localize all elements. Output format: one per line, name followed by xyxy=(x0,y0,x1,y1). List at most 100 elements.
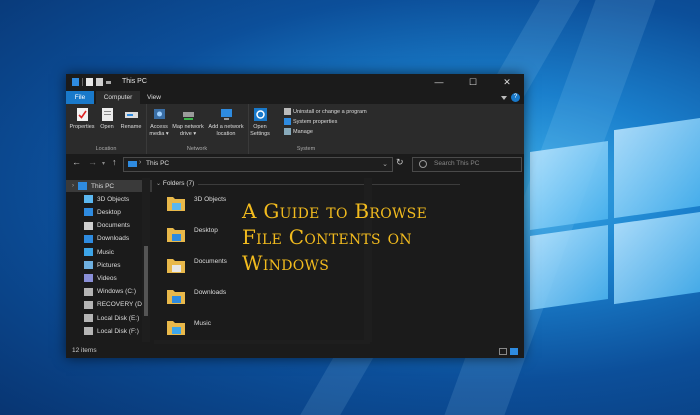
open-button[interactable]: Open xyxy=(98,107,116,131)
maximize-button[interactable]: ☐ xyxy=(456,74,490,91)
add-network-location-label: Add a network location xyxy=(208,124,244,137)
chevron-down-icon[interactable] xyxy=(501,95,507,100)
sidebar-item-label: 3D Objects xyxy=(97,195,130,203)
access-media-button[interactable]: Access media ▾ xyxy=(147,107,171,137)
details-view-icon[interactable] xyxy=(499,348,507,355)
sidebar-item[interactable]: Windows (C:) xyxy=(84,286,136,298)
navigation-scroll-thumb[interactable] xyxy=(144,246,148,316)
manage-button[interactable]: Manage xyxy=(284,128,313,135)
sidebar-item[interactable]: Videos xyxy=(84,272,117,284)
close-button[interactable]: ✕ xyxy=(490,74,524,91)
sidebar-item[interactable]: RECOVERY (D:) xyxy=(84,299,146,311)
add-network-location-button[interactable]: Add a network location xyxy=(206,107,246,137)
sidebar-item-label: Desktop xyxy=(97,208,121,216)
system-properties-button[interactable]: System properties xyxy=(284,118,337,125)
sidebar-item[interactable]: Local Disk (E:) xyxy=(84,312,139,324)
drive-icon xyxy=(84,287,93,296)
ribbon-tabs: File Computer View ? xyxy=(66,91,524,104)
map-network-drive-button[interactable]: Map network drive ▾ xyxy=(170,107,206,137)
article-overlay-title: A Guide to Browse File Contents on Windo… xyxy=(242,198,427,276)
help-icon[interactable]: ? xyxy=(511,93,520,102)
folders-group-header[interactable]: ⌄ Folders (7) xyxy=(156,180,194,187)
chevron-down-icon[interactable]: ▾ xyxy=(102,160,105,167)
ribbon: Properties Open Rename Location Access me… xyxy=(66,104,524,154)
folder-item[interactable]: Downloads xyxy=(166,287,246,311)
large-icons-view-icon[interactable] xyxy=(510,348,518,355)
sidebar-item[interactable]: Local Disk (F:) xyxy=(84,325,139,337)
folder-name: Downloads xyxy=(194,289,227,296)
sidebar-item-label: Music xyxy=(97,248,114,256)
overlay-line: A Guide to Browse xyxy=(242,199,428,223)
sidebar-item[interactable]: Music xyxy=(84,246,114,258)
chevron-down-icon[interactable]: ⌄ xyxy=(382,160,388,168)
sidebar-item[interactable]: 3D Objects xyxy=(84,193,129,205)
open-settings-button[interactable]: Open Settings xyxy=(249,107,271,137)
3d-objects-icon xyxy=(84,195,93,204)
sidebar-item-label: Pictures xyxy=(97,261,121,269)
folder-name: 3D Objects xyxy=(194,196,227,203)
sidebar-item[interactable]: › This PC xyxy=(66,180,152,192)
folder-icon xyxy=(167,321,185,335)
rename-button[interactable]: Rename xyxy=(118,107,144,131)
search-field[interactable]: Search This PC xyxy=(412,157,522,172)
new-folder-quick-icon[interactable] xyxy=(96,78,103,86)
separator xyxy=(82,78,83,86)
map-network-drive-label: Map network drive ▾ xyxy=(172,124,204,137)
open-settings-label: Open Settings xyxy=(250,124,270,137)
properties-quick-icon[interactable] xyxy=(86,78,93,86)
tab-view[interactable]: View xyxy=(142,91,166,104)
chevron-right-icon[interactable]: › xyxy=(72,183,74,189)
sidebar-item[interactable]: Desktop xyxy=(84,206,121,218)
tab-file[interactable]: File xyxy=(66,91,94,104)
access-media-label: Access media ▾ xyxy=(149,124,169,137)
windows-logo xyxy=(530,108,700,322)
folder-item[interactable]: Music xyxy=(166,318,246,342)
uninstall-program-button[interactable]: Uninstall or change a program xyxy=(284,108,367,115)
address-field[interactable]: › This PC ⌄ xyxy=(123,157,393,172)
sidebar-item-label: Windows (C:) xyxy=(97,288,137,296)
drive-icon xyxy=(84,327,93,336)
desktop-icon xyxy=(84,208,93,217)
open-icon xyxy=(101,108,113,121)
forward-arrow-icon[interactable]: → xyxy=(88,157,97,167)
horizontal-scrollbar[interactable] xyxy=(154,340,370,344)
navigation-pane: › This PC 3D Objects Desktop Documents Downlo… xyxy=(66,178,152,346)
sidebar-item[interactable]: Documents xyxy=(84,220,130,232)
minimize-button[interactable]: — xyxy=(422,74,456,91)
ribbon-group-location: Properties Open Rename Location xyxy=(66,104,147,154)
sidebar-item-label: Downloads xyxy=(97,235,130,243)
overlay-line: File Contents on xyxy=(242,225,412,249)
folder-item[interactable]: Documents xyxy=(166,256,246,280)
address-bar-row: ← → ▾ ↑ › This PC ⌄ ↻ Search This PC xyxy=(66,154,524,174)
rename-icon xyxy=(124,112,138,118)
folder-icon xyxy=(167,259,185,273)
sidebar-item-label: Videos xyxy=(97,274,117,282)
sidebar-item-label: This PC xyxy=(91,182,115,190)
network-location-icon xyxy=(220,109,232,120)
gear-icon xyxy=(253,108,267,121)
sidebar-item[interactable]: Downloads xyxy=(84,233,129,245)
folder-name: Documents xyxy=(194,258,227,265)
sidebar-item-label: Local Disk (E:) xyxy=(97,314,140,322)
refresh-icon[interactable]: ↻ xyxy=(396,157,404,168)
sidebar-item-label: Local Disk (F:) xyxy=(97,327,139,335)
drive-icon xyxy=(84,300,93,309)
file-explorer-window: This PC — ☐ ✕ File Computer View ? Prope… xyxy=(66,74,524,358)
quick-access-toolbar xyxy=(72,78,111,86)
network-drive-icon xyxy=(182,112,194,120)
folder-name: Music xyxy=(194,320,211,327)
back-arrow-icon[interactable]: ← xyxy=(72,157,81,167)
properties-icon xyxy=(76,108,88,121)
music-icon xyxy=(84,248,93,256)
sidebar-item[interactable]: Pictures xyxy=(84,259,120,271)
tab-computer[interactable]: Computer xyxy=(96,91,140,104)
divider xyxy=(198,184,460,185)
chevron-down-icon[interactable] xyxy=(106,80,111,84)
manage-icon xyxy=(284,128,291,135)
folder-item[interactable]: Desktop xyxy=(166,225,246,249)
properties-button[interactable]: Properties xyxy=(68,107,96,131)
group-label-network: Network xyxy=(186,146,208,152)
open-label: Open xyxy=(100,124,114,130)
up-arrow-icon[interactable]: ↑ xyxy=(112,157,117,167)
folder-item[interactable]: 3D Objects xyxy=(166,194,246,218)
